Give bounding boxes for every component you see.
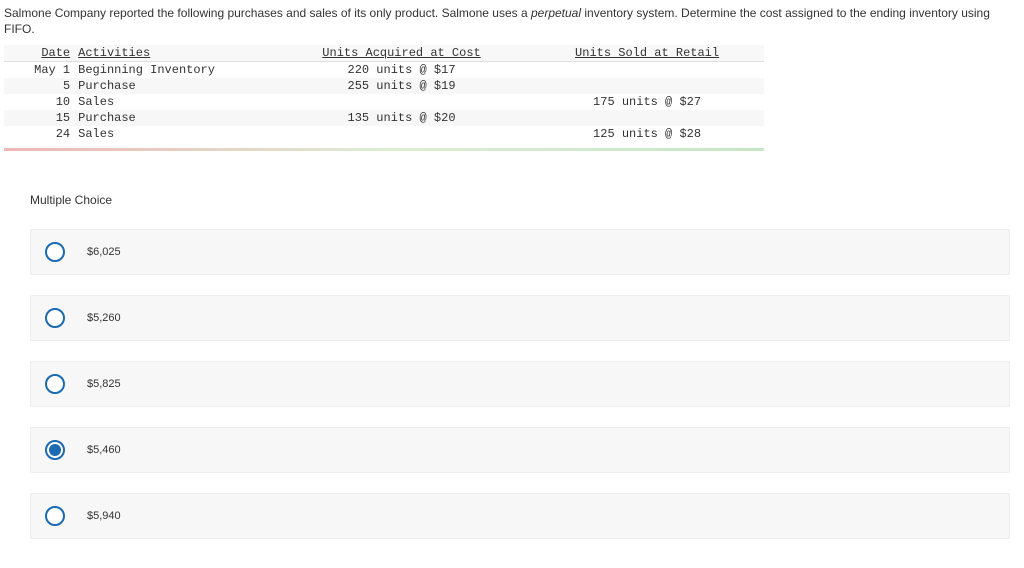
divider-rule bbox=[4, 148, 764, 151]
mc-option-2[interactable]: $5,260 bbox=[30, 295, 1010, 341]
mc-option-label: $5,460 bbox=[87, 444, 121, 456]
cell-acquired: 135 units @ $20 bbox=[273, 110, 530, 126]
question-text: Salmone Company reported the following p… bbox=[0, 0, 1024, 45]
cell-sold: 175 units @ $27 bbox=[530, 94, 764, 110]
mc-option-5[interactable]: $5,940 bbox=[30, 493, 1010, 539]
cell-sold bbox=[530, 110, 764, 126]
cell-acquired bbox=[273, 126, 530, 142]
cell-date: 10 bbox=[4, 94, 74, 110]
table-row: 5 Purchase 255 units @ $19 bbox=[4, 78, 764, 94]
question-italic: perpetual bbox=[531, 6, 581, 20]
cell-acquired bbox=[273, 94, 530, 110]
cell-activities: Sales bbox=[74, 94, 273, 110]
inventory-table: Date Activities Units Acquired at Cost U… bbox=[4, 45, 764, 142]
mc-option-label: $6,025 bbox=[87, 246, 121, 258]
radio-icon[interactable] bbox=[45, 308, 65, 328]
mc-option-label: $5,260 bbox=[87, 312, 121, 324]
table-header-row: Date Activities Units Acquired at Cost U… bbox=[4, 45, 764, 62]
header-date: Date bbox=[4, 45, 74, 62]
header-acquired: Units Acquired at Cost bbox=[273, 45, 530, 62]
table-row: 15 Purchase 135 units @ $20 bbox=[4, 110, 764, 126]
cell-date: 24 bbox=[4, 126, 74, 142]
mc-option-label: $5,940 bbox=[87, 510, 121, 522]
cell-date: 5 bbox=[4, 78, 74, 94]
cell-date: 15 bbox=[4, 110, 74, 126]
radio-icon[interactable] bbox=[45, 506, 65, 526]
radio-icon[interactable] bbox=[45, 440, 65, 460]
mc-option-4[interactable]: $5,460 bbox=[30, 427, 1010, 473]
mc-option-1[interactable]: $6,025 bbox=[30, 229, 1010, 275]
radio-icon[interactable] bbox=[45, 242, 65, 262]
mc-title: Multiple Choice bbox=[30, 193, 1024, 207]
header-sold: Units Sold at Retail bbox=[530, 45, 764, 62]
radio-icon[interactable] bbox=[45, 374, 65, 394]
cell-acquired: 220 units @ $17 bbox=[273, 62, 530, 79]
multiple-choice-area: Multiple Choice $6,025 $5,260 $5,825 $5,… bbox=[0, 193, 1024, 539]
table-row: 24 Sales 125 units @ $28 bbox=[4, 126, 764, 142]
cell-activities: Purchase bbox=[74, 110, 273, 126]
cell-activities: Sales bbox=[74, 126, 273, 142]
header-activities: Activities bbox=[74, 45, 273, 62]
cell-activities: Beginning Inventory bbox=[74, 62, 273, 79]
mc-option-3[interactable]: $5,825 bbox=[30, 361, 1010, 407]
mc-option-label: $5,825 bbox=[87, 378, 121, 390]
cell-sold: 125 units @ $28 bbox=[530, 126, 764, 142]
table-row: 10 Sales 175 units @ $27 bbox=[4, 94, 764, 110]
cell-sold bbox=[530, 62, 764, 79]
question-prefix: Salmone Company reported the following p… bbox=[4, 6, 531, 20]
table-row: May 1 Beginning Inventory 220 units @ $1… bbox=[4, 62, 764, 79]
cell-activities: Purchase bbox=[74, 78, 273, 94]
cell-date: May 1 bbox=[4, 62, 74, 79]
cell-sold bbox=[530, 78, 764, 94]
cell-acquired: 255 units @ $19 bbox=[273, 78, 530, 94]
